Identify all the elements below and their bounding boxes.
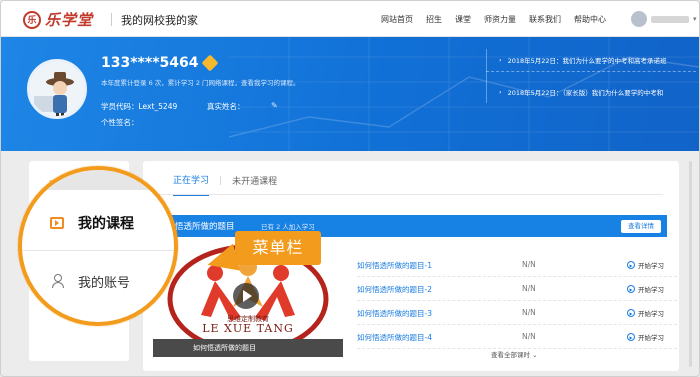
student-avatar-illustration [30, 62, 84, 116]
sidebar-item-label: 我的课程 [78, 216, 134, 232]
sidebar-item-my-courses[interactable]: 我的课程 [22, 196, 174, 250]
video-course-icon [50, 217, 64, 229]
lesson-link[interactable]: 如何悟透所做的题目-2 [357, 284, 432, 295]
lesson-row: 如何悟透所做的题目-3 N/N ▶ 开始学习 [357, 301, 677, 325]
vip-badge-icon [201, 54, 219, 72]
realname-field: 真实姓名： [207, 101, 245, 112]
start-study-button[interactable]: ▶ 开始学习 [627, 260, 664, 270]
start-study-label: 开始学习 [638, 286, 664, 294]
lesson-row: 如何悟透所做的题目-4 N/N ▶ 开始学习 [357, 325, 677, 349]
start-study-label: 开始学习 [638, 334, 664, 342]
student-id-label: 学员代码： [101, 102, 139, 111]
menu-bar-callout: 菜单栏 [235, 231, 321, 265]
chevron-down-icon: ▾ [693, 15, 697, 23]
thumb-caption: 如何悟透所做的题目 [153, 339, 343, 357]
start-study-label: 开始学习 [638, 310, 664, 318]
tab-not-opened[interactable]: 未开通课程 [232, 174, 277, 195]
site-logo[interactable]: 乐 乐学堂 [23, 9, 93, 30]
menu-item-classroom[interactable]: 课堂 [455, 14, 471, 25]
lesson-list: 如何悟透所做的题目-1 N/N ▶ 开始学习 如何悟透所做的题目-2 N/N ▶ 开… [357, 253, 677, 349]
course-tabs: 正在学习 | 未开通课程 [173, 173, 277, 196]
course-title[interactable]: 悟透所做的题目 [175, 220, 235, 232]
profile-stats: 本年度累计登录 6 次，累计学习 2 门网络课程，查看我学习的课程。 [101, 79, 300, 87]
view-all-lessons-link[interactable]: 查看全部课时 ⌄ [491, 349, 538, 359]
lesson-link[interactable]: 如何悟透所做的题目-3 [357, 308, 432, 319]
start-study-button[interactable]: ▶ 开始学习 [627, 332, 664, 342]
lesson-link[interactable]: 如何悟透所做的题目-4 [357, 332, 432, 343]
sidebar-item-my-account[interactable]: 我的账号 [22, 254, 174, 308]
play-circle-icon: ▶ [627, 333, 635, 341]
profile-phone-text: 133****5464 [101, 55, 199, 71]
browser-frame: 乐 乐学堂 我的网校我的家 网站首页 招生 课堂 师资力量 联系我们 帮助中心 … [0, 0, 700, 377]
news-list: › 2018年5月22日：我们为什么要学的中考和高考承诺班 › 2018年5月2… [486, 49, 667, 103]
tab-studying[interactable]: 正在学习 [173, 173, 210, 196]
profile-photo[interactable] [27, 59, 87, 119]
nav-divider [111, 13, 112, 26]
profile-phone: 133****5464 [101, 54, 219, 72]
lesson-progress: N/N [522, 284, 536, 293]
user-menu[interactable]: ▾ [631, 11, 697, 27]
edit-pencil-icon[interactable]: ✎ [271, 101, 278, 110]
user-icon [52, 274, 64, 288]
lesson-row: 如何悟透所做的题目-1 N/N ▶ 开始学习 [357, 253, 677, 277]
play-circle-icon: ▶ [627, 285, 635, 293]
signature-label: 个性签名： [101, 118, 139, 127]
logo-seal-icon: 乐 [23, 10, 41, 29]
start-study-button[interactable]: ▶ 开始学习 [627, 308, 664, 318]
sidebar-item-label: 我的账号 [78, 275, 131, 291]
site-title: 我的网校我的家 [121, 14, 198, 27]
lesson-link[interactable]: 如何悟透所做的题目-1 [357, 260, 432, 271]
lens-background-strip [22, 170, 174, 190]
lesson-progress: N/N [522, 308, 536, 317]
profile-banner: 133****5464 本年度累计登录 6 次，累计学习 2 门网络课程，查看我… [1, 37, 699, 151]
menu-item-contact[interactable]: 联系我们 [529, 14, 561, 25]
menu-item-enroll[interactable]: 招生 [426, 14, 442, 25]
news-text: 2018年5月22日：（家长版）我们为什么要学的中考和 [507, 89, 664, 97]
lesson-row: 如何悟透所做的题目-2 N/N ▶ 开始学习 [357, 277, 677, 301]
menu-item-home[interactable]: 网站首页 [381, 14, 413, 25]
play-video-icon[interactable] [233, 283, 259, 309]
main-menu: 网站首页 招生 课堂 师资力量 联系我们 帮助中心 [381, 14, 606, 25]
play-circle-icon: ▶ [627, 309, 635, 317]
page-scrollbar[interactable] [689, 161, 692, 367]
course-header-bar: 悟透所做的题目 已有 2 人加入学习 查看详情 [157, 215, 667, 237]
view-details-button[interactable]: 查看详情 [621, 220, 661, 233]
news-divider [486, 71, 696, 72]
user-avatar [631, 11, 647, 27]
menu-item-teachers[interactable]: 师资力量 [484, 14, 516, 25]
news-arrow-icon: › [499, 56, 502, 64]
user-name-blurred [651, 15, 689, 23]
realname-label: 真实姓名： [207, 102, 245, 111]
top-navigation: 乐 乐学堂 我的网校我的家 网站首页 招生 课堂 师资力量 联系我们 帮助中心 … [1, 1, 699, 37]
course-enrolled-count: 已有 2 人加入学习 [261, 223, 315, 231]
sidebar-divider [22, 250, 174, 251]
start-study-button[interactable]: ▶ 开始学习 [627, 284, 664, 294]
student-id-field: 学员代码：Lext_5249 [101, 101, 177, 112]
thumb-brand-en: LE XUE TANG [202, 322, 294, 335]
news-item[interactable]: › 2018年5月22日：我们为什么要学的中考和高考承诺班 [499, 49, 667, 71]
logo-wordmark: 乐学堂 [45, 11, 94, 29]
start-study-label: 开始学习 [638, 262, 664, 270]
student-id-value: Lext_5249 [138, 102, 178, 111]
news-item[interactable]: › 2018年5月22日：（家长版）我们为什么要学的中考和 [499, 81, 667, 103]
tabs-divider [157, 194, 663, 195]
lesson-progress: N/N [522, 260, 536, 269]
signature-field: 个性签名： [101, 117, 139, 128]
news-arrow-icon: › [499, 88, 502, 96]
magnifier-lens: 我的课程 我的账号 [18, 166, 178, 326]
news-text: 2018年5月22日：我们为什么要学的中考和高考承诺班 [507, 57, 667, 65]
lesson-progress: N/N [522, 332, 536, 341]
play-circle-icon: ▶ [627, 261, 635, 269]
tab-separator: | [219, 175, 223, 186]
menu-item-help[interactable]: 帮助中心 [574, 14, 606, 25]
